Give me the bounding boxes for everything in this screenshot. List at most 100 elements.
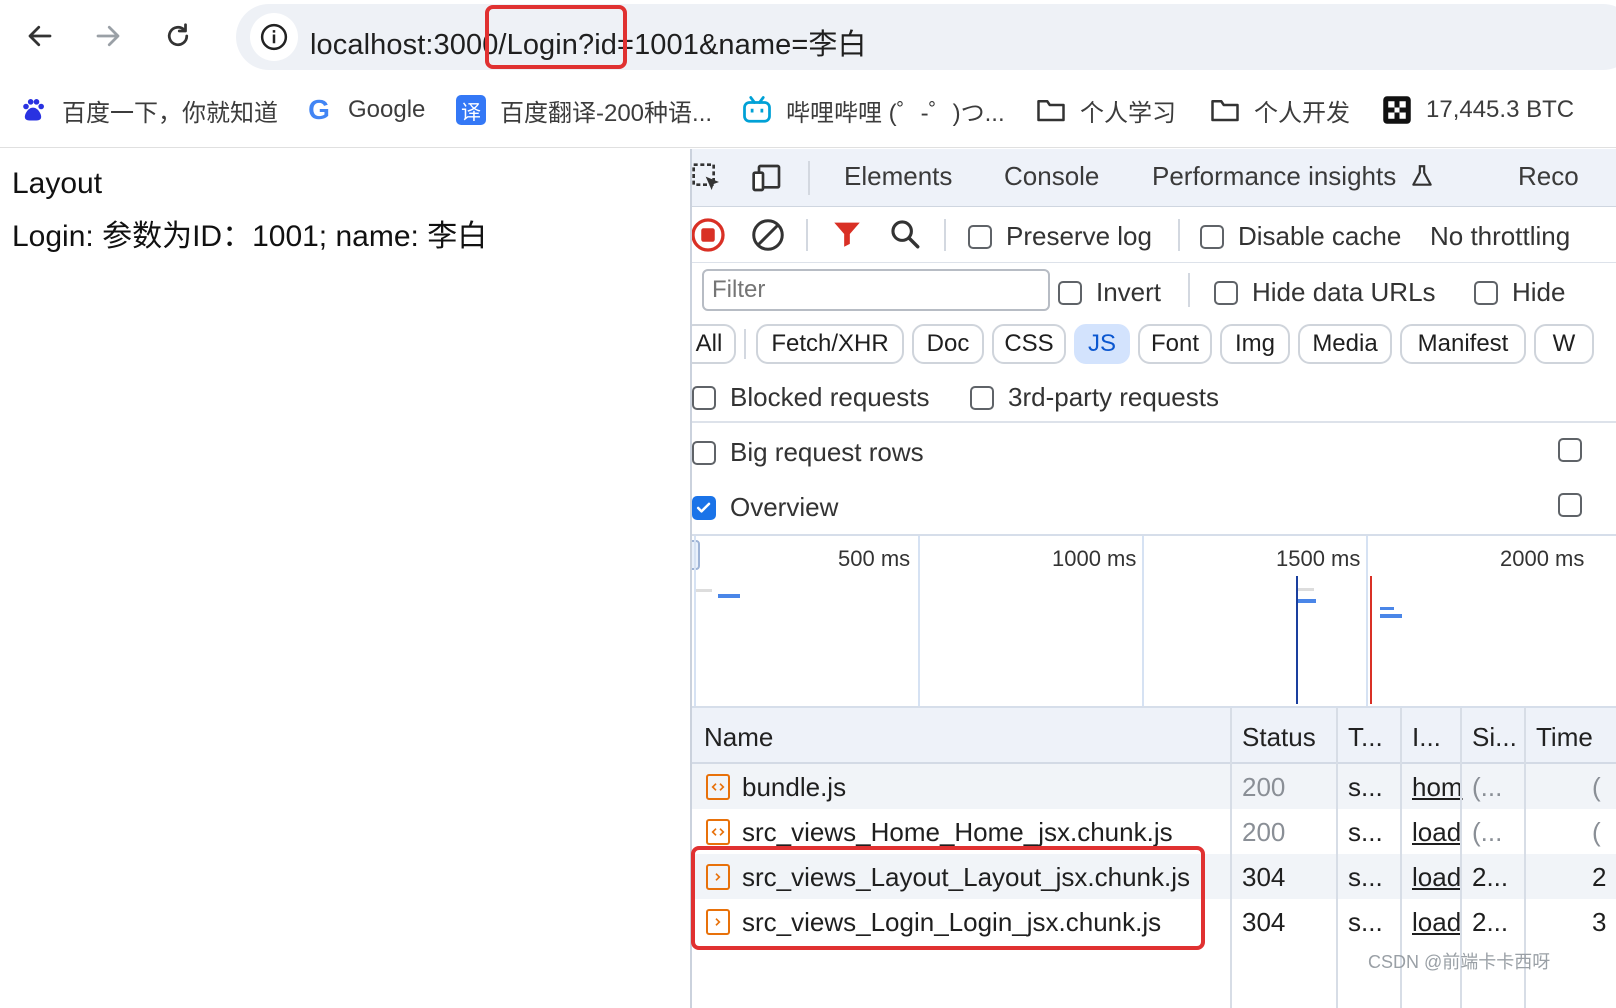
bookmark-label: Google — [348, 96, 426, 123]
group-by-frame-checkbox[interactable] — [1558, 438, 1582, 462]
bookmark-label: 17,445.3 BTC — [1426, 96, 1575, 123]
checkbox-box[interactable] — [692, 385, 716, 410]
cell-size: 2... — [1472, 862, 1509, 892]
chip-doc[interactable]: Doc — [912, 324, 984, 364]
checkbox-box[interactable] — [692, 495, 716, 520]
tab-recorder[interactable]: Reco — [1518, 161, 1579, 192]
column-header-name[interactable]: Name — [704, 722, 773, 753]
bookmark-translate[interactable]: 译 百度翻译-200种语... — [456, 90, 712, 130]
cell-initiator[interactable]: load — [1412, 862, 1461, 893]
invert-checkbox[interactable]: Invert — [1058, 277, 1161, 308]
url-highlight-box — [485, 5, 627, 69]
column-divider[interactable] — [1230, 708, 1232, 1008]
search-button[interactable] — [888, 217, 924, 253]
chip-js[interactable]: JS — [1074, 324, 1130, 364]
column-header-status[interactable]: Status — [1242, 722, 1316, 753]
cell-time: ( — [1592, 772, 1601, 802]
flask-icon — [1409, 163, 1435, 196]
bookmark-baidu[interactable]: 百度一下，你就知道 — [18, 90, 278, 130]
checkbox-label: Disable cache — [1238, 221, 1402, 251]
overview-checkbox[interactable]: Overview — [692, 492, 838, 523]
reload-button[interactable] — [154, 12, 202, 60]
checkbox-box[interactable] — [1214, 280, 1238, 305]
checkbox-box[interactable] — [968, 224, 992, 249]
checkbox-box[interactable] — [1058, 280, 1082, 305]
back-button[interactable] — [16, 12, 64, 60]
address-bar[interactable]: localhost:3000/Login?id=1001&name=李白 — [236, 4, 1616, 70]
filter-toggle-button[interactable] — [830, 217, 866, 253]
blocked-requests-checkbox[interactable]: Blocked requests — [692, 382, 929, 413]
script-file-icon — [706, 819, 730, 845]
divider — [1178, 219, 1180, 251]
bookmark-label: 哔哩哔哩 (゜-゜)つ... — [786, 99, 1005, 127]
cell-type: s... — [1348, 862, 1383, 892]
hide-data-urls-checkbox[interactable]: Hide data URLs — [1214, 277, 1436, 308]
cell-status: 200 — [1242, 772, 1286, 802]
bookmark-bilibili[interactable]: 哔哩哔哩 (゜-゜)つ... — [742, 90, 1005, 130]
cell-initiator[interactable]: load — [1412, 817, 1461, 848]
cell-initiator[interactable]: load — [1412, 907, 1461, 938]
table-row[interactable]: bundle.js 200 s... hom (... ( — [692, 764, 1616, 809]
qr-icon — [1382, 95, 1412, 125]
chip-font[interactable]: Font — [1138, 324, 1212, 364]
throttling-select[interactable]: No throttling — [1430, 221, 1570, 252]
checkbox-label: Blocked requests — [730, 382, 930, 412]
chip-ws[interactable]: W — [1534, 324, 1594, 364]
big-request-rows-checkbox[interactable]: Big request rows — [692, 437, 924, 468]
device-toggle-button[interactable] — [748, 159, 786, 197]
hide-extension-urls-checkbox[interactable]: Hide — [1474, 277, 1565, 308]
checkbox-box[interactable] — [1474, 280, 1498, 305]
chip-img[interactable]: Img — [1220, 324, 1290, 364]
column-header-initiator[interactable]: I... — [1412, 722, 1441, 753]
arrow-left-icon — [28, 25, 52, 47]
chip-fetch-xhr[interactable]: Fetch/XHR — [756, 324, 904, 364]
chip-media[interactable]: Media — [1298, 324, 1392, 364]
column-header-size[interactable]: Si... — [1472, 722, 1517, 753]
funnel-icon — [834, 222, 860, 247]
cell-time: 3 — [1592, 907, 1607, 937]
inspect-icon — [692, 163, 719, 190]
preserve-log-checkbox[interactable]: Preserve log — [968, 221, 1152, 252]
bookmark-folder-study[interactable]: 个人学习 — [1036, 90, 1176, 130]
bookmark-btc[interactable]: 17,445.3 BTC — [1382, 90, 1574, 130]
site-info-button[interactable] — [250, 13, 298, 61]
timeline-label: 1000 ms — [1052, 546, 1137, 571]
filter-input[interactable] — [702, 269, 1050, 311]
bookmark-label: 个人开发 — [1254, 99, 1350, 127]
chip-all[interactable]: All — [692, 324, 736, 364]
cell-type: s... — [1348, 817, 1383, 847]
devtools-tabbar: Elements Console Performance insights Re… — [692, 149, 1616, 207]
network-toolbar: Preserve log Disable cache No throttling — [692, 207, 1616, 263]
cell-initiator[interactable]: hom — [1412, 772, 1463, 803]
tab-elements[interactable]: Elements — [844, 161, 952, 192]
inspect-element-button[interactable] — [692, 159, 726, 197]
google-g-icon: G — [308, 94, 330, 125]
request-bar — [1298, 588, 1314, 591]
column-header-type[interactable]: T... — [1348, 722, 1383, 753]
grid-line — [918, 536, 920, 706]
disable-cache-checkbox[interactable]: Disable cache — [1200, 221, 1401, 252]
record-button[interactable] — [692, 217, 726, 253]
bookmark-label: 百度翻译-200种语... — [500, 99, 713, 127]
load-event-line — [1370, 576, 1372, 704]
screenshots-checkbox[interactable] — [1558, 493, 1582, 517]
folder-icon — [1036, 95, 1066, 125]
bookmark-google[interactable]: G Google — [304, 90, 425, 130]
tab-console[interactable]: Console — [1004, 161, 1099, 192]
column-divider[interactable] — [1336, 708, 1338, 1008]
column-header-time[interactable]: Time — [1536, 722, 1593, 753]
checkbox-label: Preserve log — [1006, 221, 1152, 251]
clear-button[interactable] — [750, 217, 786, 253]
reload-icon — [167, 23, 189, 47]
checkbox-box[interactable] — [1200, 224, 1224, 249]
device-icon — [752, 164, 781, 192]
tab-performance-insights[interactable]: Performance insights — [1152, 161, 1435, 196]
third-party-checkbox[interactable]: 3rd-party requests — [970, 382, 1219, 413]
forward-button[interactable] — [84, 12, 132, 60]
checkbox-box[interactable] — [970, 385, 994, 410]
bookmark-folder-dev[interactable]: 个人开发 — [1210, 90, 1350, 130]
checkbox-box[interactable] — [692, 440, 716, 465]
chip-manifest[interactable]: Manifest — [1400, 324, 1526, 364]
chip-css[interactable]: CSS — [992, 324, 1066, 364]
browser-toolbar: localhost:3000/Login?id=1001&name=李白 — [0, 0, 1616, 72]
